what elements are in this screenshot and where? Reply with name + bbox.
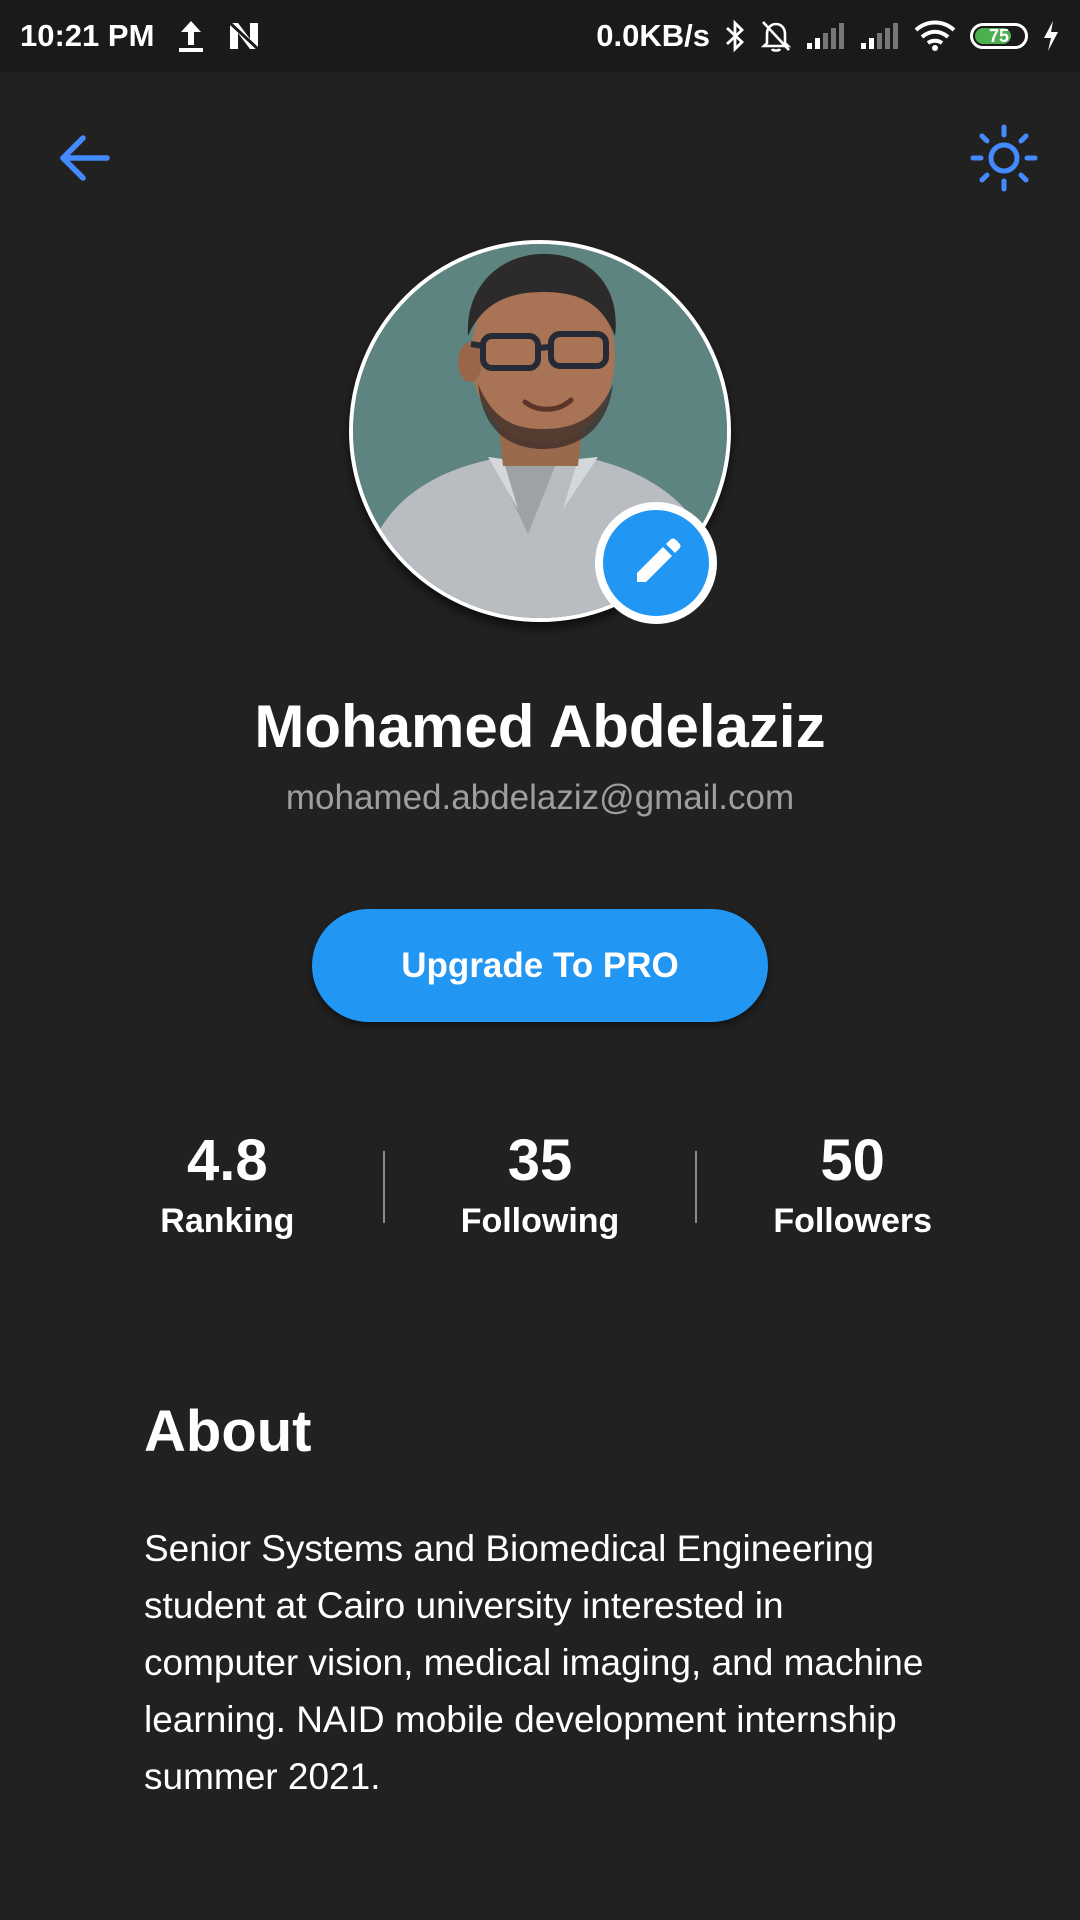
stat-value: 35 [507,1128,573,1193]
avatar-container [349,240,731,624]
stat-label: Following [460,1202,620,1240]
stat-followers[interactable]: 50 Followers [697,1127,1008,1247]
status-bar-right: 0.0KB/s 75 [596,18,1060,54]
status-bar: 10:21 PM 0.0KB/s 75 [0,0,1080,72]
about-text: Senior Systems and Biomedical Engineerin… [144,1528,924,1797]
wifi-icon [914,20,956,52]
pencil-icon [637,538,681,582]
battery-level: 75 [988,25,1010,46]
stat-label: Followers [773,1202,933,1240]
signal-icon [806,21,846,51]
edit-avatar-button[interactable] [595,502,717,624]
back-button[interactable] [52,126,116,190]
stat-label: Ranking [160,1202,295,1240]
about-heading: About [144,1399,312,1464]
bell-off-icon [760,19,792,53]
n-notification-icon [228,21,260,51]
arrow-left-icon [60,135,110,181]
profile-screen: 10:21 PM 0.0KB/s 75 Mohamed Abdelaziz mo… [0,0,1080,1920]
battery-icon: 75 [970,23,1028,49]
sun-icon [970,124,1038,192]
status-time: 10:21 PM [20,18,155,53]
profile-email: mohamed.abdelaziz@gmail.com [285,778,795,817]
profile-name: Mohamed Abdelaziz [254,693,826,760]
network-speed: 0.0KB/s [596,18,710,53]
charging-icon [1042,20,1060,52]
status-bar-left: 10:21 PM [20,18,260,54]
bluetooth-icon [724,19,746,53]
theme-toggle-button[interactable] [968,122,1040,194]
signal-icon [860,21,900,51]
stat-value: 4.8 [187,1128,268,1193]
upgrade-to-pro-button[interactable]: Upgrade To PRO [312,909,768,1022]
stats-row: 4.8 Ranking 35 Following 50 Followers [72,1122,1008,1252]
stat-value: 50 [820,1128,885,1193]
stat-ranking[interactable]: 4.8 Ranking [72,1127,383,1247]
upload-icon [176,19,206,53]
stat-following[interactable]: 35 Following [385,1127,696,1247]
